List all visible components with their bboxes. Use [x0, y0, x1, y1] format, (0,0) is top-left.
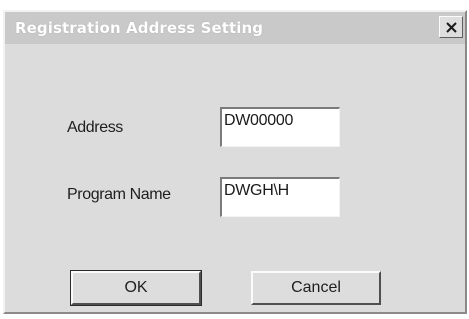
address-label: Address — [67, 119, 123, 136]
registration-address-dialog: Registration Address Setting Address DW0… — [3, 10, 467, 314]
program-name-label: Program Name — [67, 186, 171, 203]
title-bar[interactable]: Registration Address Setting — [5, 12, 465, 44]
ok-button[interactable]: OK — [70, 270, 202, 306]
cancel-button[interactable]: Cancel — [251, 271, 381, 305]
window-title: Registration Address Setting — [15, 19, 264, 37]
close-button[interactable] — [439, 16, 463, 38]
close-icon — [445, 21, 457, 33]
program-name-field[interactable]: DWGH\H — [220, 177, 340, 217]
address-field[interactable]: DW00000 — [220, 107, 340, 147]
